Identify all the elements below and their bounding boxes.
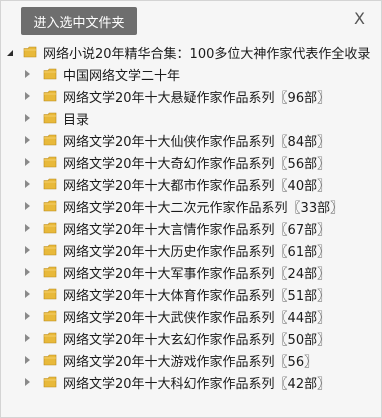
tree-item-label: 中国网络文学二十年 [63,68,181,84]
tree-item-label: 网络文学20年十大仙侠作家作品系列〖84部〗 [63,134,331,150]
tree-item[interactable]: 中国网络文学二十年 [1,63,381,85]
tree-item[interactable]: 网络文学20年十大二次元作家作品系列〖33部〗 [1,195,381,217]
collapsed-arrow-icon[interactable] [25,268,30,276]
collapsed-arrow-icon[interactable] [25,92,30,100]
collapsed-arrow-icon[interactable] [25,312,30,320]
collapsed-arrow-icon[interactable] [25,356,30,364]
folder-icon [43,266,57,278]
tree-item[interactable]: 网络文学20年十大言情作家作品系列〖67部〗 [1,217,381,239]
folder-icon [43,178,57,190]
tree-item[interactable]: 目录 [1,107,381,129]
folder-icon [23,46,37,58]
collapsed-arrow-icon[interactable] [25,246,30,254]
enter-selected-folder-button[interactable]: 进入选中文件夹 [21,7,137,35]
tree-item[interactable]: 网络文学20年十大体育作家作品系列〖51部〗 [1,283,381,305]
folder-icon [43,354,57,366]
collapsed-arrow-icon[interactable] [25,70,30,78]
tree-item[interactable]: 网络文学20年十大军事作家作品系列〖24部〗 [1,261,381,283]
tree-item-label: 网络文学20年十大体育作家作品系列〖51部〗 [63,288,331,304]
collapsed-arrow-icon[interactable] [25,378,30,386]
folder-browser-panel: 进入选中文件夹 X 网络小说20年精华合集：100多位大神作家代表作全收录 中国… [0,0,382,418]
tree-item[interactable]: 网络文学20年十大玄幻作家作品系列〖50部〗 [1,327,381,349]
folder-icon [43,112,57,124]
tree-item-label: 目录 [63,112,90,128]
tree-item[interactable]: 网络文学20年十大武侠作家作品系列〖44部〗 [1,305,381,327]
collapsed-arrow-icon[interactable] [25,224,30,232]
tree-item[interactable]: 网络文学20年十大悬疑作家作品系列〖96部〗 [1,85,381,107]
tree-item-label: 网络小说20年精华合集：100多位大神作家代表作全收录 [43,46,371,62]
tree-root-item[interactable]: 网络小说20年精华合集：100多位大神作家代表作全收录 [1,41,381,63]
folder-icon [43,90,57,102]
collapsed-arrow-icon[interactable] [25,180,30,188]
folder-icon [43,222,57,234]
collapsed-arrow-icon[interactable] [25,290,30,298]
tree-item[interactable]: 网络文学20年十大历史作家作品系列〖61部〗 [1,239,381,261]
collapsed-arrow-icon[interactable] [25,202,30,210]
folder-icon [43,156,57,168]
tree-item-label: 网络文学20年十大历史作家作品系列〖61部〗 [63,244,331,260]
tree-item-label: 网络文学20年十大奇幻作家作品系列〖56部〗 [63,156,331,172]
collapsed-arrow-icon[interactable] [25,334,30,342]
tree-item[interactable]: 网络文学20年十大仙侠作家作品系列〖84部〗 [1,129,381,151]
folder-tree: 网络小说20年精华合集：100多位大神作家代表作全收录 中国网络文学二十年网络文… [1,41,381,393]
folder-icon [43,68,57,80]
collapsed-arrow-icon[interactable] [25,158,30,166]
tree-item-label: 网络文学20年十大悬疑作家作品系列〖96部〗 [63,90,331,106]
folder-icon [43,200,57,212]
tree-item-label: 网络文学20年十大玄幻作家作品系列〖50部〗 [63,332,331,348]
collapsed-arrow-icon[interactable] [25,136,30,144]
folder-icon [43,288,57,300]
folder-icon [43,134,57,146]
tree-item-label: 网络文学20年十大科幻作家作品系列〖42部〗 [63,376,331,392]
tree-item-label: 网络文学20年十大都市作家作品系列〖40部〗 [63,178,331,194]
tree-item-label: 网络文学20年十大武侠作家作品系列〖44部〗 [63,310,331,326]
folder-icon [43,244,57,256]
tree-item-label: 网络文学20年十大言情作家作品系列〖67部〗 [63,222,331,238]
folder-icon [43,332,57,344]
close-icon[interactable]: X [354,9,365,28]
tree-item[interactable]: 网络文学20年十大科幻作家作品系列〖42部〗 [1,371,381,393]
tree-item[interactable]: 网络文学20年十大都市作家作品系列〖40部〗 [1,173,381,195]
folder-icon [43,310,57,322]
tree-item-label: 网络文学20年十大二次元作家作品系列〖33部〗 [63,200,344,216]
folder-icon [43,376,57,388]
tree-item-label: 网络文学20年十大游戏作家作品系列〖56〗 [63,354,318,370]
collapsed-arrow-icon[interactable] [25,114,30,122]
tree-item[interactable]: 网络文学20年十大游戏作家作品系列〖56〗 [1,349,381,371]
tree-item[interactable]: 网络文学20年十大奇幻作家作品系列〖56部〗 [1,151,381,173]
tree-item-label: 网络文学20年十大军事作家作品系列〖24部〗 [63,266,331,282]
expanded-arrow-icon[interactable] [7,50,13,56]
